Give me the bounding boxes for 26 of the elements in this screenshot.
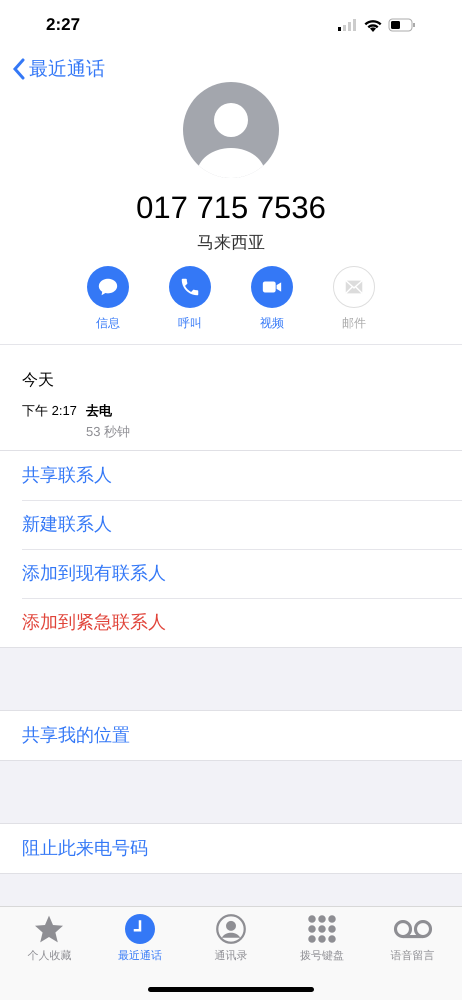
signal-icon [338, 19, 358, 31]
action-list-item[interactable]: 添加到现有联系人 [22, 548, 462, 598]
action-list-item[interactable]: 新建联系人 [22, 500, 462, 548]
call-date: 今天 [22, 370, 55, 390]
contact-location: 马来西亚 [197, 232, 265, 254]
tab-bar-item[interactable]: 拨号键盘 [282, 913, 362, 964]
tab-bar-item[interactable]: 语音留言 [372, 913, 453, 964]
chevron-left-icon [12, 58, 26, 80]
call-duration: 53 秒钟 [86, 423, 130, 441]
battery-icon [388, 18, 416, 32]
keypad-icon [306, 914, 337, 944]
back-button[interactable]: 最近通话 [12, 58, 105, 80]
status-time: 2:27 [46, 14, 80, 36]
avatar-icon [183, 82, 279, 178]
call-type: 去电 [86, 402, 113, 420]
phone-number: 017 715 7536 [136, 192, 326, 223]
clock-icon [125, 914, 156, 944]
person-circle-icon [216, 914, 246, 944]
action-list-item[interactable]: 添加到紧急联系人 [22, 598, 462, 646]
tab-bar-item[interactable]: 个人收藏 [9, 913, 90, 964]
tab-bar-item[interactable]: 通讯录 [190, 913, 271, 964]
wifi-icon [364, 18, 382, 32]
call-time: 下午 2:17 [22, 402, 78, 420]
action-list-item[interactable]: 共享联系人 [22, 450, 462, 500]
tab-bar-item[interactable]: 最近通话 [100, 913, 180, 964]
voicemail-icon [392, 917, 433, 941]
